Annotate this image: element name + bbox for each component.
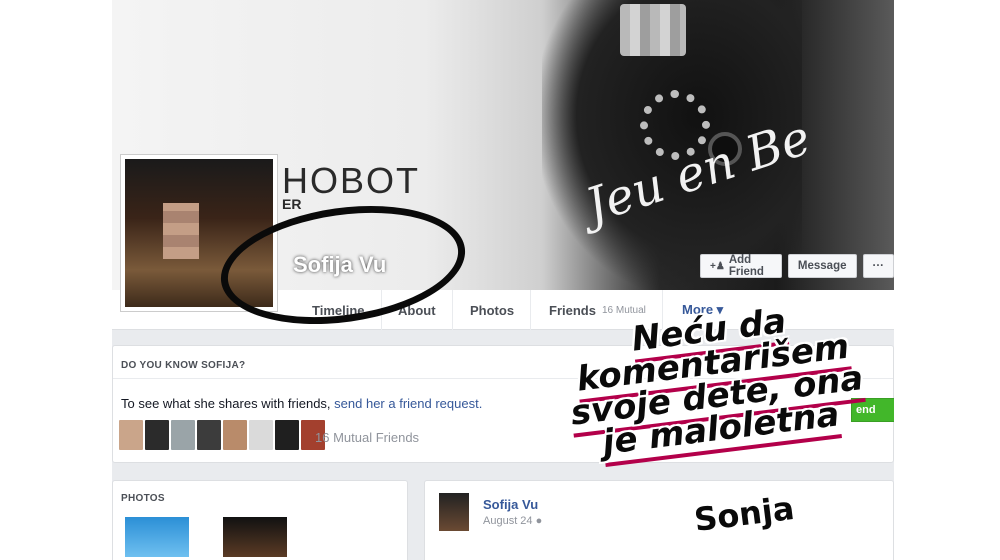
card-heading: DO YOU KNOW SOFIJA? <box>121 360 246 371</box>
tab-friends-label: Friends <box>549 302 596 318</box>
friend-thumbnail[interactable] <box>171 420 195 450</box>
timeline-post: Sofija Vu August 24 ● <box>424 480 894 560</box>
add-person-icon: +♟ <box>710 260 725 272</box>
photos-heading: PHOTOS <box>121 493 165 504</box>
friend-thumbnail[interactable] <box>119 420 143 450</box>
friend-thumbnail[interactable] <box>223 420 247 450</box>
add-friend-label: Add Friend <box>728 254 764 278</box>
avatar[interactable] <box>439 493 469 531</box>
post-date-text: August 24 <box>483 515 533 527</box>
message-button[interactable]: Message <box>787 254 857 278</box>
photo-thumbnail[interactable] <box>223 517 287 557</box>
friend-request-link[interactable]: send her a friend request. <box>334 396 482 411</box>
cover-brand-subtext: ER <box>282 196 302 212</box>
photo-thumbnail[interactable] <box>125 517 189 557</box>
mutual-friends-count: 16 Mutual <box>601 304 646 316</box>
friend-thumbnail[interactable] <box>275 420 299 450</box>
friend-request-prompt: To see what she shares with friends, sen… <box>121 396 482 411</box>
post-author[interactable]: Sofija Vu <box>483 497 538 512</box>
blurred-face <box>163 203 199 259</box>
cover-brand-text: HOBOT <box>282 160 421 201</box>
blurred-face <box>620 4 686 56</box>
prompt-text: To see what she shares with friends, <box>121 396 335 411</box>
post-date[interactable]: August 24 ● <box>483 515 542 527</box>
photos-card: PHOTOS <box>112 480 408 560</box>
friend-thumbnail[interactable] <box>145 420 169 450</box>
globe-icon: ● <box>535 515 543 527</box>
add-friend-button[interactable]: +♟ Add Friend <box>700 254 782 278</box>
more-options-button[interactable]: ··· <box>862 254 894 278</box>
tab-photos[interactable]: Photos <box>454 290 532 330</box>
friend-thumbnail[interactable] <box>197 420 221 450</box>
profile-actions: +♟ Add Friend Message ··· <box>700 254 894 278</box>
mutual-friends-link[interactable]: 16 Mutual Friends <box>315 430 419 445</box>
mutual-friend-thumbnails <box>119 420 325 450</box>
friend-thumbnail[interactable] <box>249 420 273 450</box>
